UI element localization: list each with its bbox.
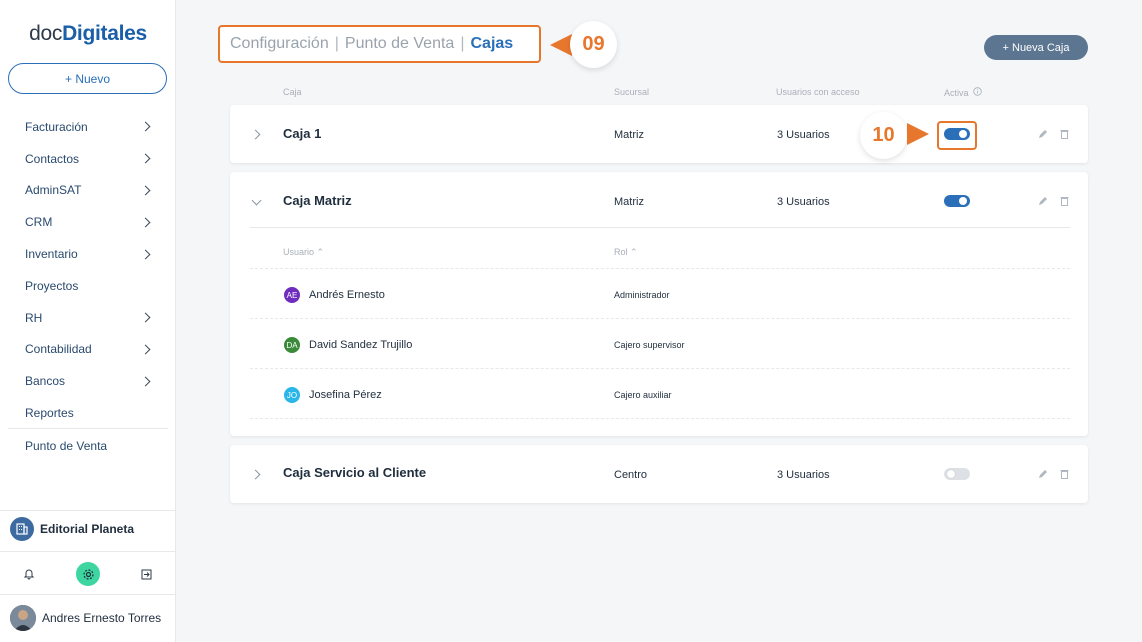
chevron-down-icon[interactable] (251, 195, 262, 206)
chevron-right-icon (140, 376, 151, 387)
sidebar-item-rh[interactable]: RH (8, 302, 167, 334)
caja-name: Caja Matriz (283, 193, 352, 208)
divider (250, 318, 1070, 319)
step-badge: 09 (570, 21, 617, 68)
sidebar-bottom-icons (0, 562, 176, 586)
chevron-right-icon (140, 344, 151, 355)
subcolumn-header-usuario[interactable]: Usuario ⌃ (283, 247, 324, 258)
sidebar-item-adminsat[interactable]: AdminSAT (8, 175, 167, 207)
new-button[interactable]: + Nuevo (8, 63, 167, 94)
usuarios-value: 3 Usuarios (777, 469, 830, 481)
chevron-right-icon (140, 185, 151, 196)
sidebar-item-contabilidad[interactable]: Contabilidad (8, 334, 167, 366)
edit-icon[interactable] (1036, 127, 1050, 141)
pointer-arrow-icon (907, 123, 929, 145)
chevron-right-icon[interactable] (250, 129, 261, 140)
focus-highlight (937, 121, 977, 150)
caja-name: Caja 1 (283, 126, 322, 141)
user-name: Andres Ernesto Torres (42, 611, 162, 625)
trash-icon[interactable] (1057, 194, 1071, 208)
breadcrumb: Configuración | Punto de Venta | Cajas (218, 25, 541, 63)
breadcrumb-item[interactable]: Punto de Venta (345, 35, 454, 53)
breadcrumb-item[interactable]: Configuración (230, 35, 329, 53)
user-role: Administrador (614, 290, 670, 300)
trash-icon[interactable] (1057, 127, 1071, 141)
logout-icon[interactable] (134, 562, 158, 586)
subcolumn-header-rol[interactable]: Rol ⌃ (614, 247, 638, 258)
gear-icon[interactable] (76, 562, 100, 586)
chevron-right-icon (140, 217, 151, 228)
column-header-usuarios[interactable]: Usuarios con acceso (776, 87, 860, 97)
divider (250, 418, 1070, 419)
sidebar-item-punto-de-venta[interactable]: Punto de Venta (8, 431, 167, 461)
sucursal-value: Matriz (614, 129, 644, 141)
sidebar-item-facturacion[interactable]: Facturación (8, 111, 167, 143)
company-selector[interactable]: Editorial Planeta (10, 517, 134, 541)
chevron-right-icon (140, 153, 151, 164)
user-name: Andrés Ernesto (309, 289, 385, 301)
caja-name: Caja Servicio al Cliente (283, 465, 427, 480)
chevron-right-icon[interactable] (250, 469, 261, 480)
column-header-activa: Activa (944, 87, 982, 98)
usuarios-value: 3 Usuarios (777, 196, 830, 208)
breadcrumb-current: Cajas (470, 35, 514, 52)
table-row-expanded[interactable]: Caja Matriz Matriz 3 Usuarios Usuario ⌃ … (230, 172, 1088, 436)
divider (0, 510, 176, 511)
divider (250, 268, 1070, 269)
user-name: Josefina Pérez (309, 389, 382, 401)
step-badge: 10 (860, 112, 907, 159)
divider (250, 368, 1070, 369)
sidebar-item-bancos[interactable]: Bancos (8, 365, 167, 397)
user-role: Cajero supervisor (614, 340, 685, 350)
chevron-right-icon (140, 121, 151, 132)
chevron-right-icon (140, 312, 151, 323)
table-row[interactable]: Caja Servicio al Cliente Centro 3 Usuari… (230, 445, 1088, 503)
logo: docDigitales (29, 22, 147, 45)
trash-icon[interactable] (1057, 467, 1071, 481)
sidebar-item-inventario[interactable]: Inventario (8, 238, 167, 270)
divider (0, 551, 176, 552)
sidebar-item-crm[interactable]: CRM (8, 206, 167, 238)
sucursal-value: Centro (614, 469, 648, 481)
user-name: David Sandez Trujillo (309, 339, 413, 351)
column-header-caja[interactable]: Caja (283, 87, 302, 97)
usuarios-value: 3 Usuarios (777, 129, 830, 141)
add-caja-button[interactable]: + Nueva Caja (984, 35, 1088, 60)
column-header-sucursal[interactable]: Sucursal (614, 87, 649, 97)
active-toggle[interactable] (944, 195, 970, 207)
divider (8, 428, 168, 429)
sucursal-value: Matriz (614, 196, 644, 208)
new-button-label: + Nuevo (64, 71, 111, 86)
divider (0, 594, 176, 595)
building-icon (10, 517, 34, 541)
user-role: Cajero auxiliar (614, 390, 672, 400)
sidebar-item-proyectos[interactable]: Proyectos (8, 270, 167, 302)
active-toggle[interactable] (944, 468, 970, 480)
sidebar-nav: Facturación Contactos AdminSAT CRM Inven… (8, 111, 167, 429)
avatar (10, 605, 36, 631)
user-profile[interactable]: Andres Ernesto Torres (10, 605, 161, 631)
sidebar-item-contactos[interactable]: Contactos (8, 143, 167, 175)
sidebar: docDigitales + Nuevo Facturación Contact… (0, 0, 176, 642)
company-name: Editorial Planeta (40, 522, 135, 536)
avatar: DA (284, 337, 300, 353)
edit-icon[interactable] (1036, 194, 1050, 208)
sidebar-item-reportes[interactable]: Reportes (8, 397, 167, 429)
chevron-right-icon (140, 249, 151, 260)
info-icon[interactable] (972, 87, 982, 98)
bell-icon[interactable] (17, 562, 41, 586)
avatar: JO (284, 387, 300, 403)
edit-icon[interactable] (1036, 467, 1050, 481)
avatar: AE (284, 287, 300, 303)
divider (250, 227, 1070, 228)
